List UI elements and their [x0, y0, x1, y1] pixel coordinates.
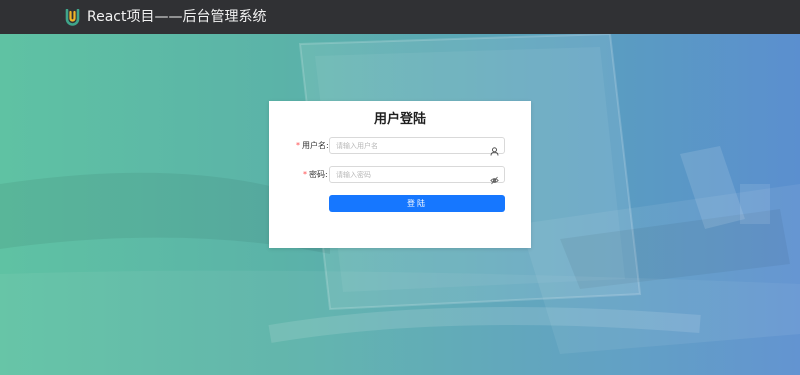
password-field[interactable]: [329, 166, 505, 185]
password-label-text: 密码:: [309, 170, 328, 179]
password-input[interactable]: [336, 167, 484, 182]
app-title: React项目——后台管理系统: [87, 9, 267, 25]
app-header: React项目——后台管理系统: [0, 0, 800, 34]
username-field[interactable]: [329, 137, 505, 156]
login-button[interactable]: 登陆: [329, 195, 505, 212]
username-label: * 用户名:: [296, 140, 329, 152]
username-label-text: 用户名:: [302, 141, 329, 150]
required-mark: *: [303, 170, 307, 179]
password-label: * 密码:: [303, 169, 328, 181]
username-input[interactable]: [336, 138, 484, 153]
login-title: 用户登陆: [373, 112, 426, 127]
user-icon: [490, 141, 499, 156]
required-mark: *: [296, 141, 300, 150]
eye-invisible-icon[interactable]: [490, 170, 499, 185]
login-card: 用户登陆 *用户名: *密码:: [269, 101, 531, 248]
logo-icon: [65, 8, 80, 26]
background-image: 用户登陆 *用户名: *密码:: [0, 34, 800, 375]
